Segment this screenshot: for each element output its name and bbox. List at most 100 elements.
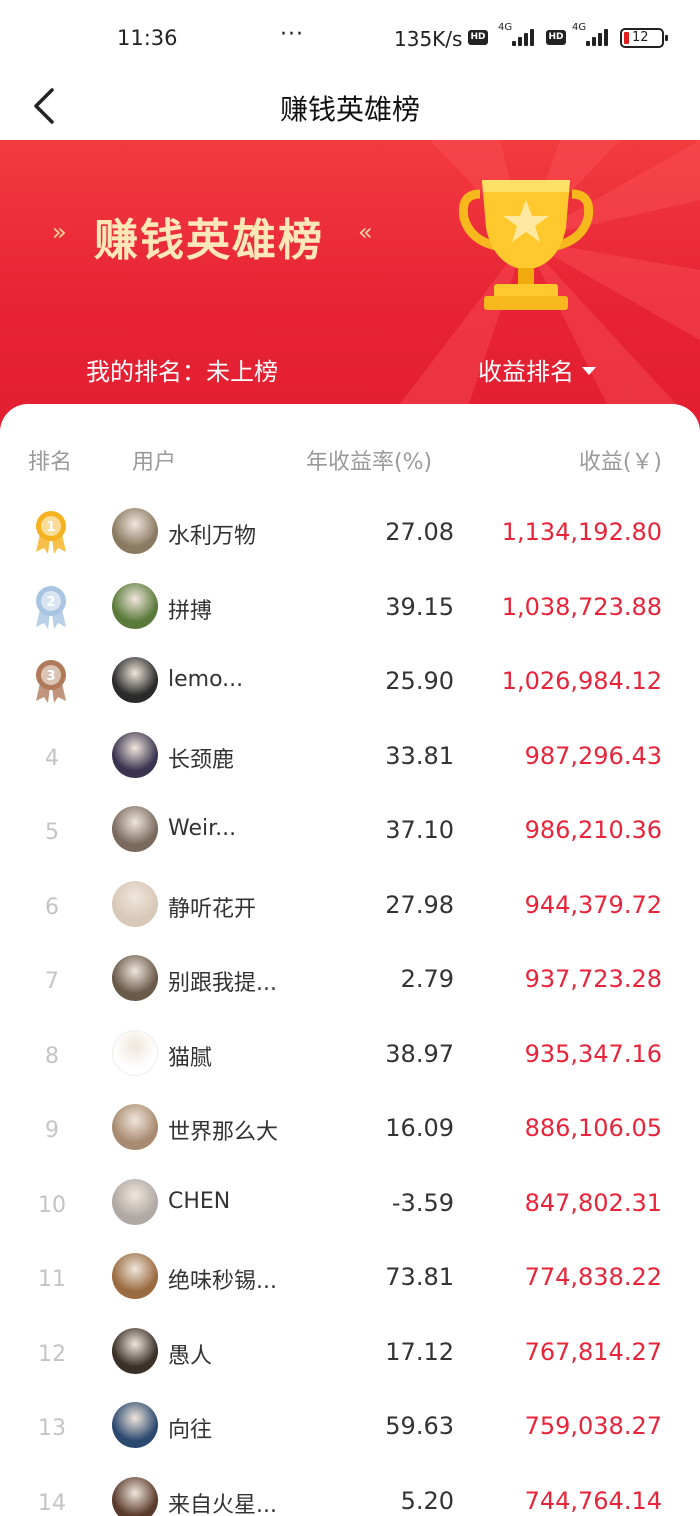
- table-row[interactable]: 11 绝味秒锡... 73.81 774,838.22: [0, 1245, 700, 1319]
- header-rate: 年收益率(%): [306, 450, 433, 475]
- table-row[interactable]: 5 Weir... 37.10 986,210.36: [0, 798, 700, 872]
- earnings-value: 886,106.05: [524, 1114, 662, 1142]
- avatar[interactable]: [112, 1104, 158, 1150]
- earnings-value: 1,038,723.88: [501, 592, 662, 621]
- table-row[interactable]: 2 拼搏 39.15 1,038,723.88: [0, 575, 700, 649]
- rank-number: 6: [45, 894, 59, 920]
- annual-return-rate: 59.63: [385, 1412, 454, 1440]
- table-row[interactable]: 12 愚人 17.12 767,814.27: [0, 1320, 700, 1394]
- avatar[interactable]: [112, 880, 158, 927]
- avatar[interactable]: [112, 1327, 158, 1374]
- user-name: 长颈鹿: [168, 747, 235, 773]
- table-row[interactable]: 1 水利万物 27.08 1,134,192.80: [0, 500, 700, 574]
- caret-down-icon: [582, 367, 596, 375]
- avatar[interactable]: [112, 731, 158, 778]
- annual-return-rate: 37.10: [385, 816, 454, 844]
- earnings-value: 847,802.31: [524, 1188, 662, 1217]
- avatar[interactable]: [112, 1029, 158, 1076]
- rank-medal-icon: 1: [36, 511, 66, 554]
- header-user: 用户: [132, 450, 177, 475]
- annual-return-rate: 17.12: [385, 1337, 454, 1366]
- annual-return-rate: 25.90: [385, 667, 454, 695]
- hd-icon: HD: [468, 30, 488, 45]
- rank-number: 7: [45, 969, 59, 994]
- table-row[interactable]: 4 长颈鹿 33.81 987,296.43: [0, 724, 700, 798]
- user-name: 向往: [168, 1418, 213, 1443]
- user-name: 静听花开: [168, 896, 257, 922]
- annual-return-rate: 73.81: [385, 1263, 454, 1291]
- rank-number: 5: [45, 820, 59, 845]
- rank-number: 10: [38, 1192, 66, 1218]
- earnings-value: 759,038.27: [524, 1412, 662, 1440]
- signal-icon-2: [586, 28, 614, 46]
- earnings-value: 935,347.16: [524, 1039, 662, 1068]
- rank-number: 4: [45, 745, 59, 771]
- network-speed: 135K/s: [394, 27, 463, 51]
- avatar[interactable]: [112, 657, 158, 703]
- signal-icon: [512, 28, 540, 46]
- avatar[interactable]: [112, 508, 158, 554]
- earnings-value: 767,814.27: [524, 1337, 662, 1366]
- table-row[interactable]: 6 静听花开 27.98 944,379.72: [0, 873, 700, 947]
- rank-number: 9: [45, 1118, 59, 1143]
- rank-medal-icon: 3: [36, 660, 66, 703]
- table-row[interactable]: 9 世界那么大 16.09 886,106.05: [0, 1096, 700, 1170]
- avatar[interactable]: [112, 1253, 158, 1299]
- avatar[interactable]: [112, 1402, 158, 1448]
- earnings-value: 986,210.36: [524, 816, 662, 844]
- table-row[interactable]: 8 猫腻 38.97 935,347.16: [0, 1022, 700, 1096]
- user-name: 世界那么大: [168, 1120, 279, 1145]
- annual-return-rate: 27.98: [385, 890, 454, 919]
- avatar[interactable]: [112, 582, 158, 629]
- earnings-value: 1,134,192.80: [501, 518, 662, 546]
- page-title: 赚钱英雄榜: [279, 93, 420, 126]
- banner-headline: 赚钱英雄榜: [94, 215, 324, 266]
- earnings-value: 944,379.72: [524, 890, 662, 919]
- earnings-value: 744,764.14: [524, 1486, 662, 1515]
- trophy-icon: [458, 180, 594, 310]
- annual-return-rate: 2.79: [400, 965, 454, 993]
- rank-number: 11: [38, 1267, 66, 1292]
- rank-number: 14: [38, 1490, 66, 1516]
- battery-level: 12: [632, 30, 649, 45]
- medal-rank-number: 2: [46, 595, 55, 610]
- avatar[interactable]: [112, 1476, 158, 1516]
- avatar[interactable]: [112, 955, 158, 1001]
- user-name: lemo...: [168, 667, 244, 692]
- rank-number: 12: [38, 1341, 66, 1367]
- user-name: 猫腻: [168, 1045, 213, 1071]
- nav-bar: 赚钱英雄榜: [0, 76, 700, 140]
- user-name: 别跟我提...: [168, 971, 277, 996]
- avatar[interactable]: [112, 806, 158, 852]
- rank-number: 8: [45, 1043, 59, 1069]
- annual-return-rate: 27.08: [385, 518, 454, 546]
- table-row[interactable]: 14 来自火星... 5.20 744,764.14: [0, 1469, 700, 1516]
- table-row[interactable]: 10 CHEN -3.59 847,802.31: [0, 1171, 700, 1245]
- my-rank-text: 我的排名：未上榜: [86, 358, 278, 386]
- table-row[interactable]: 13 向往 59.63 759,038.27: [0, 1394, 700, 1468]
- hero-banner: » 赚钱英雄榜 « 我的排名：未上榜 收益排名: [0, 140, 700, 430]
- header-earnings: 收益(￥): [578, 450, 662, 475]
- leaderboard-card: 排名 用户 年收益率(%) 收益(￥) 1 水利万物 27.08 1,134,192.…: [0, 404, 700, 1516]
- annual-return-rate: 38.97: [385, 1039, 454, 1068]
- table-row[interactable]: 7 别跟我提... 2.79 937,723.28: [0, 947, 700, 1021]
- user-name: 愚人: [168, 1343, 213, 1369]
- user-name: 绝味秒锡...: [168, 1269, 277, 1294]
- status-time: 11:36: [117, 26, 178, 50]
- table-row[interactable]: 3 lemo... 25.90 1,026,984.12: [0, 649, 700, 723]
- user-name: 拼搏: [168, 598, 213, 624]
- chevron-decoration-right: «: [358, 218, 373, 246]
- rank-medal-icon: 2: [36, 585, 66, 629]
- sort-dropdown[interactable]: 收益排名: [478, 352, 596, 387]
- avatar[interactable]: [112, 1178, 158, 1225]
- earnings-value: 1,026,984.12: [501, 667, 662, 695]
- earnings-value: 774,838.22: [524, 1263, 662, 1291]
- more-dots-icon: ···: [280, 22, 304, 47]
- hd-icon-2: HD: [546, 30, 566, 45]
- sort-dropdown-label: 收益排名: [478, 358, 574, 386]
- header-rank: 排名: [28, 450, 73, 475]
- annual-return-rate: 39.15: [385, 592, 454, 621]
- user-name: Weir...: [168, 816, 237, 841]
- battery-icon: 12: [620, 28, 668, 48]
- annual-return-rate: 5.20: [400, 1486, 454, 1515]
